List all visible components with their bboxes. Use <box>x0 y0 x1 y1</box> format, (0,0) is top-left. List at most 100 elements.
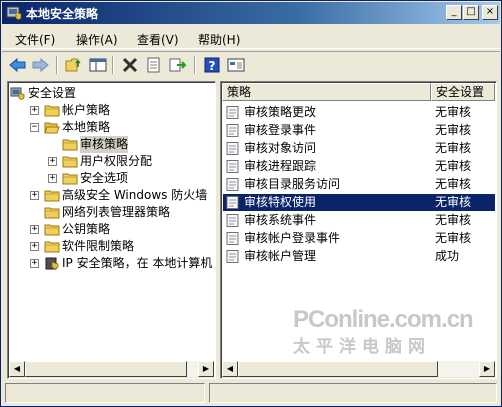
tree-item[interactable]: 网络列表管理器策略 <box>8 204 213 221</box>
policy-setting: 无审核 <box>435 231 472 245</box>
policy-name: 审核系统事件 <box>244 213 317 227</box>
folder-icon <box>62 155 78 168</box>
properties-icon[interactable] <box>144 55 164 75</box>
folder-icon <box>44 189 60 202</box>
folder-icon <box>62 138 78 151</box>
tree-item[interactable]: + 安全选项 <box>8 170 213 187</box>
policy-document-icon <box>226 160 240 173</box>
menu-action[interactable]: 操作(A) <box>76 31 118 48</box>
help-icon[interactable]: ? <box>202 55 222 75</box>
tree-item-label: 审核策略 <box>80 136 129 153</box>
maximize-button[interactable]: □ <box>463 5 479 20</box>
tree-horizontal-scrollbar[interactable]: ◀ ▶ <box>9 361 214 378</box>
policy-row[interactable]: 审核目录服务访问 无审核 <box>223 176 495 193</box>
tree-item-label: 高级安全 Windows 防火墙 <box>62 188 208 202</box>
tree-item-label: 用户权限分配 <box>80 154 153 168</box>
policy-name: 审核特权使用 <box>244 195 317 209</box>
expand-icon[interactable]: + <box>48 174 57 183</box>
tree-item-label: IP 安全策略，在 本地计算机 <box>62 256 213 270</box>
up-folder-icon[interactable] <box>64 55 84 75</box>
policy-setting: 无审核 <box>435 213 472 227</box>
scroll-track[interactable] <box>187 361 198 377</box>
policy-row[interactable]: 审核系统事件 无审核 <box>223 212 495 229</box>
tree-item-label: 安全设置 <box>28 86 77 100</box>
folder-icon <box>44 104 60 117</box>
menu-bar: 文件(F) 操作(A) 查看(V) 帮助(H) <box>2 27 500 49</box>
status-cell <box>209 383 497 403</box>
tree-item[interactable]: 审核策略 <box>8 136 213 153</box>
policy-name: 审核目录服务访问 <box>244 177 341 191</box>
tree-item[interactable]: + 用户权限分配 <box>8 153 213 170</box>
status-cell <box>5 383 205 403</box>
security-policy-icon <box>6 6 22 20</box>
scroll-thumb[interactable] <box>238 361 438 377</box>
policy-row[interactable]: 审核登录事件 无审核 <box>223 122 495 139</box>
policy-name: 审核帐户登录事件 <box>244 231 341 245</box>
folder-icon <box>44 223 60 236</box>
scroll-right-arrow[interactable]: ▶ <box>479 361 495 377</box>
tree-item[interactable]: 安全设置 <box>8 85 213 102</box>
scroll-track[interactable] <box>438 361 479 377</box>
policy-name: 审核登录事件 <box>244 123 317 137</box>
tree-item[interactable]: + 帐户策略 <box>8 102 213 119</box>
policy-setting: 无审核 <box>435 177 472 191</box>
tree-item-label: 本地策略 <box>62 120 111 134</box>
tree-item[interactable]: + 软件限制策略 <box>8 238 213 255</box>
menu-view[interactable]: 查看(V) <box>137 31 179 48</box>
policy-document-icon <box>226 196 240 209</box>
console-view-icon[interactable] <box>226 55 246 75</box>
tree-item[interactable]: + 高级安全 Windows 防火墙 <box>8 187 213 204</box>
collapse-icon[interactable]: − <box>30 123 39 132</box>
policy-name: 审核进程跟踪 <box>244 159 317 173</box>
policy-row[interactable]: 审核进程跟踪 无审核 <box>223 158 495 175</box>
scroll-left-arrow[interactable]: ◀ <box>9 361 25 377</box>
expand-icon[interactable]: + <box>48 157 57 166</box>
tree-item-label: 网络列表管理器策略 <box>62 205 171 219</box>
expand-icon[interactable]: + <box>30 259 39 268</box>
tree-pane[interactable]: 安全设置 + 帐户策略 − 本地策略审核策略 + 用户权限分配 + 安全选项 + 高级安全 Wind… <box>7 81 216 379</box>
minimize-button[interactable]: _ <box>446 5 462 20</box>
policy-document-icon <box>226 232 240 245</box>
forward-arrow-icon[interactable] <box>30 55 50 75</box>
list-horizontal-scrollbar[interactable]: ◀ ▶ <box>222 361 495 378</box>
back-arrow-icon[interactable] <box>8 55 28 75</box>
show-tree-icon[interactable] <box>88 55 108 75</box>
tree-item[interactable]: − 本地策略 <box>8 119 213 136</box>
tree-item[interactable]: + 公钥策略 <box>8 221 213 238</box>
policy-document-icon <box>226 142 240 155</box>
policy-document-icon <box>226 250 240 263</box>
policy-row[interactable]: 审核特权使用 无审核 <box>223 194 495 211</box>
scroll-thumb[interactable] <box>25 361 187 377</box>
watermark-tagline: 太平洋电脑网 <box>293 337 431 356</box>
expand-icon[interactable]: + <box>30 191 39 200</box>
policy-row[interactable]: 审核帐户登录事件 无审核 <box>223 230 495 247</box>
policy-row[interactable]: 审核对象访问 无审核 <box>223 140 495 157</box>
toolbar: ? <box>2 51 500 77</box>
policy-document-icon <box>226 214 240 227</box>
export-list-icon[interactable] <box>168 55 188 75</box>
expand-icon[interactable]: + <box>30 106 39 115</box>
column-header-setting[interactable]: 安全设置 <box>431 83 495 101</box>
tree-item-label: 软件限制策略 <box>62 239 135 253</box>
title-bar[interactable]: 本地安全策略 _ □ × <box>2 2 500 24</box>
status-bar <box>5 383 497 403</box>
window-title: 本地安全策略 <box>26 7 99 21</box>
policy-row[interactable]: 审核帐户管理 成功 <box>223 248 495 265</box>
tree-item[interactable]: + IP 安全策略，在 本地计算机 <box>8 255 213 272</box>
policy-row[interactable]: 审核策略更改 无审核 <box>223 104 495 121</box>
menu-help[interactable]: 帮助(H) <box>198 31 240 48</box>
expand-icon[interactable]: + <box>30 225 39 234</box>
toolbar-separator <box>56 56 58 74</box>
toolbar-separator <box>194 56 196 74</box>
column-header-policy[interactable]: 策略 <box>222 83 431 101</box>
expand-icon[interactable]: + <box>30 242 39 251</box>
policy-setting: 无审核 <box>435 105 472 119</box>
computer-shield-icon <box>10 87 26 100</box>
delete-icon[interactable] <box>120 55 140 75</box>
scroll-left-arrow[interactable]: ◀ <box>222 361 238 377</box>
policy-setting: 无审核 <box>435 123 472 137</box>
scroll-right-arrow[interactable]: ▶ <box>198 361 214 377</box>
menu-file[interactable]: 文件(F) <box>15 31 55 48</box>
close-button[interactable]: × <box>482 5 498 20</box>
tree-item-label: 安全选项 <box>80 171 129 185</box>
